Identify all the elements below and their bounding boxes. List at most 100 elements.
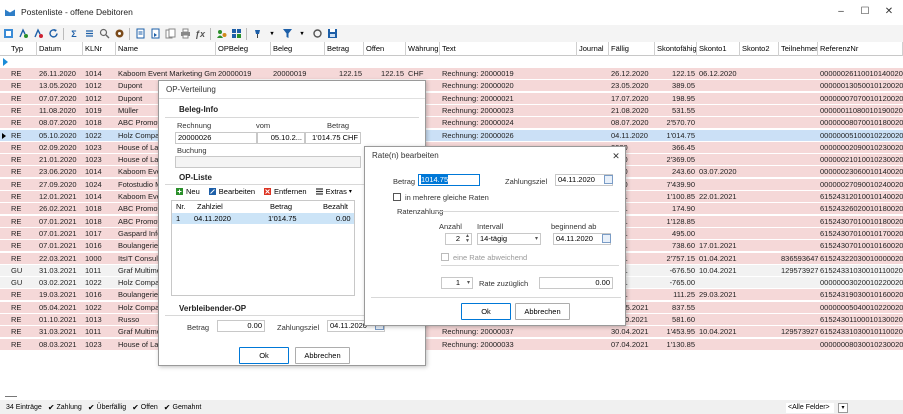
- rate-dialog-close-button[interactable]: ✕: [609, 149, 623, 163]
- filter-row-arrow-icon: [3, 58, 8, 66]
- mehrere-raten-checkbox[interactable]: [393, 193, 401, 201]
- abbrechen-button[interactable]: Abbrechen: [295, 347, 350, 364]
- toolbar-separator: [246, 27, 247, 40]
- table-row[interactable]: RE05.10.20201022Holz Company1'014.75CHFR…: [0, 129, 903, 142]
- rate-zuzueglich-input[interactable]: 0.00: [539, 277, 613, 289]
- cell-klnr: 1017: [85, 228, 102, 238]
- cell-teilnehmer: [779, 105, 818, 117]
- table-row[interactable]: RE08.03.20211023House of Lacke2000003320…: [0, 338, 903, 351]
- minimize-button[interactable]: –: [834, 5, 848, 19]
- chevron-down-icon[interactable]: ▾: [295, 26, 309, 41]
- settings-icon[interactable]: [112, 26, 126, 41]
- stepper-arrows-icon[interactable]: ▲ ▼: [465, 234, 470, 244]
- rate-betrag-input[interactable]: 1014.75: [418, 174, 480, 186]
- cell-klnr: 1016: [85, 241, 102, 251]
- cell-typ: RE: [11, 130, 22, 140]
- document-icon[interactable]: [133, 26, 147, 41]
- circle-icon[interactable]: [310, 26, 324, 41]
- cell-skonto1: 10.04.2021: [699, 327, 737, 337]
- anzahl-stepper[interactable]: 2 ▲ ▼: [445, 233, 472, 245]
- grid-filter-row[interactable]: [0, 56, 903, 67]
- funnel-icon[interactable]: [280, 26, 294, 41]
- col-beleg[interactable]: Beleg: [271, 42, 325, 56]
- abweichend-checkbox[interactable]: [441, 253, 449, 261]
- col-name[interactable]: Name: [116, 42, 216, 56]
- rate-zuzueglich-count-select[interactable]: 1 ▾: [441, 277, 473, 289]
- chevron-down-icon: ▾: [348, 189, 352, 195]
- cell-text: Rechnung: 20000020: [442, 81, 514, 91]
- print-icon[interactable]: [178, 26, 192, 41]
- col-datum[interactable]: Datum: [37, 42, 83, 56]
- refresh-icon[interactable]: [46, 26, 60, 41]
- cell-typ: RE: [11, 327, 22, 337]
- chevron-down-icon[interactable]: ▾: [838, 403, 848, 413]
- extras-button[interactable]: Extras ▾: [315, 187, 352, 196]
- intervall-select[interactable]: 14-tägig ▾: [477, 233, 541, 245]
- filter-remove-icon[interactable]: [31, 26, 45, 41]
- document-view-icon[interactable]: [148, 26, 162, 41]
- col-klnr[interactable]: KLNr: [83, 42, 116, 56]
- chevron-down-icon[interactable]: ▾: [265, 26, 279, 41]
- col-text[interactable]: Text: [440, 42, 577, 56]
- document-copy-icon[interactable]: [163, 26, 177, 41]
- ok-button[interactable]: Ok: [239, 347, 289, 364]
- field-filter-select[interactable]: <Alle Felder>: [786, 403, 834, 413]
- col-skontofaehig[interactable]: Skontofähig: [655, 42, 697, 56]
- search-icon[interactable]: [97, 26, 111, 41]
- neu-button[interactable]: Neu: [175, 187, 200, 196]
- col-waehrung[interactable]: Währung: [406, 42, 440, 56]
- cell-skontofaehig: 1'453.95: [666, 327, 695, 337]
- entfernen-button[interactable]: Entfernen: [263, 187, 307, 196]
- pin-icon[interactable]: [250, 26, 264, 41]
- formula-icon[interactable]: ƒx: [193, 26, 207, 41]
- calendar-icon[interactable]: [602, 234, 611, 243]
- cell-typ: RE: [11, 179, 22, 189]
- cell-datum: 07.07.2020: [39, 93, 77, 103]
- cell-typ: RE: [11, 69, 22, 78]
- col-teilnehmer[interactable]: Teilnehmer: [779, 42, 818, 56]
- bearbeiten-button[interactable]: Bearbeiten: [208, 187, 255, 196]
- user-settings-icon[interactable]: [214, 26, 228, 41]
- save-icon[interactable]: [325, 26, 339, 41]
- table-row[interactable]: RE08.07.20201018ABC Promotions2'570.70CH…: [0, 117, 903, 130]
- filter-add-icon[interactable]: [16, 26, 30, 41]
- table-row[interactable]: RE11.08.20201019Müller531.55CHFRechnung:…: [0, 104, 903, 117]
- cell-datum: 12.01.2021: [39, 192, 77, 201]
- cell-skontofaehig: -765.00: [669, 278, 695, 288]
- col-betrag[interactable]: Betrag: [325, 42, 364, 56]
- cell-typ: RE: [11, 216, 22, 226]
- cell-referenz: 000000080700101800200: [820, 118, 903, 128]
- cell-klnr: 1018: [85, 204, 102, 214]
- cell-klnr: 1018: [85, 216, 102, 226]
- zahlung-toggle[interactable]: ✔ Zahlung: [48, 403, 82, 412]
- sum-icon[interactable]: Σ: [67, 26, 81, 41]
- rate-abbrechen-button[interactable]: Abbrechen: [515, 303, 570, 320]
- col-typ[interactable]: Typ: [9, 42, 37, 56]
- table-row[interactable]: RE31.03.20211011Graf Multimedia1'453.95C…: [0, 326, 903, 339]
- close-button[interactable]: ✕: [882, 5, 896, 19]
- gemahnt-toggle[interactable]: ✔ Gemahnt: [164, 403, 202, 412]
- col-faellig[interactable]: Fällig: [609, 42, 655, 56]
- cell-faellig: 07.04.2021: [611, 339, 649, 349]
- gemahnt-label: Gemahnt: [172, 403, 202, 411]
- col-offen[interactable]: Offen: [364, 42, 406, 56]
- calendar-icon[interactable]: [604, 175, 613, 184]
- cell-teilnehmer: [779, 277, 818, 289]
- table-row[interactable]: RE 26.11.2020 1014 Kaboom Event Marketing G…: [0, 68, 903, 80]
- col-skonto2[interactable]: Skonto2: [740, 42, 779, 56]
- list-icon[interactable]: [82, 26, 96, 41]
- col-skonto1[interactable]: Skonto1: [697, 42, 740, 56]
- col-opbeleg[interactable]: OPBeleg: [216, 42, 271, 56]
- table-row[interactable]: RE07.07.20201012Dupont198.95CHFRechnung:…: [0, 92, 903, 105]
- op-liste-row[interactable]: 1 04.11.2020 1'014.75 0.00: [172, 213, 354, 224]
- col-referenznr[interactable]: ReferenzNr: [818, 42, 903, 56]
- rate-ok-button[interactable]: Ok: [461, 303, 511, 320]
- ueberfaellig-toggle[interactable]: ✔ Überfällig: [88, 403, 126, 412]
- cell-teilnehmer: [779, 203, 818, 215]
- maximize-button[interactable]: ☐: [858, 5, 872, 19]
- offen-toggle[interactable]: ✔ Offen: [132, 403, 158, 412]
- col-journal[interactable]: Journal: [577, 42, 609, 56]
- group-icon[interactable]: [229, 26, 243, 41]
- filter-icon[interactable]: [1, 26, 15, 41]
- table-row[interactable]: RE13.05.20201012Dupont389.05CHFRechnung:…: [0, 80, 903, 93]
